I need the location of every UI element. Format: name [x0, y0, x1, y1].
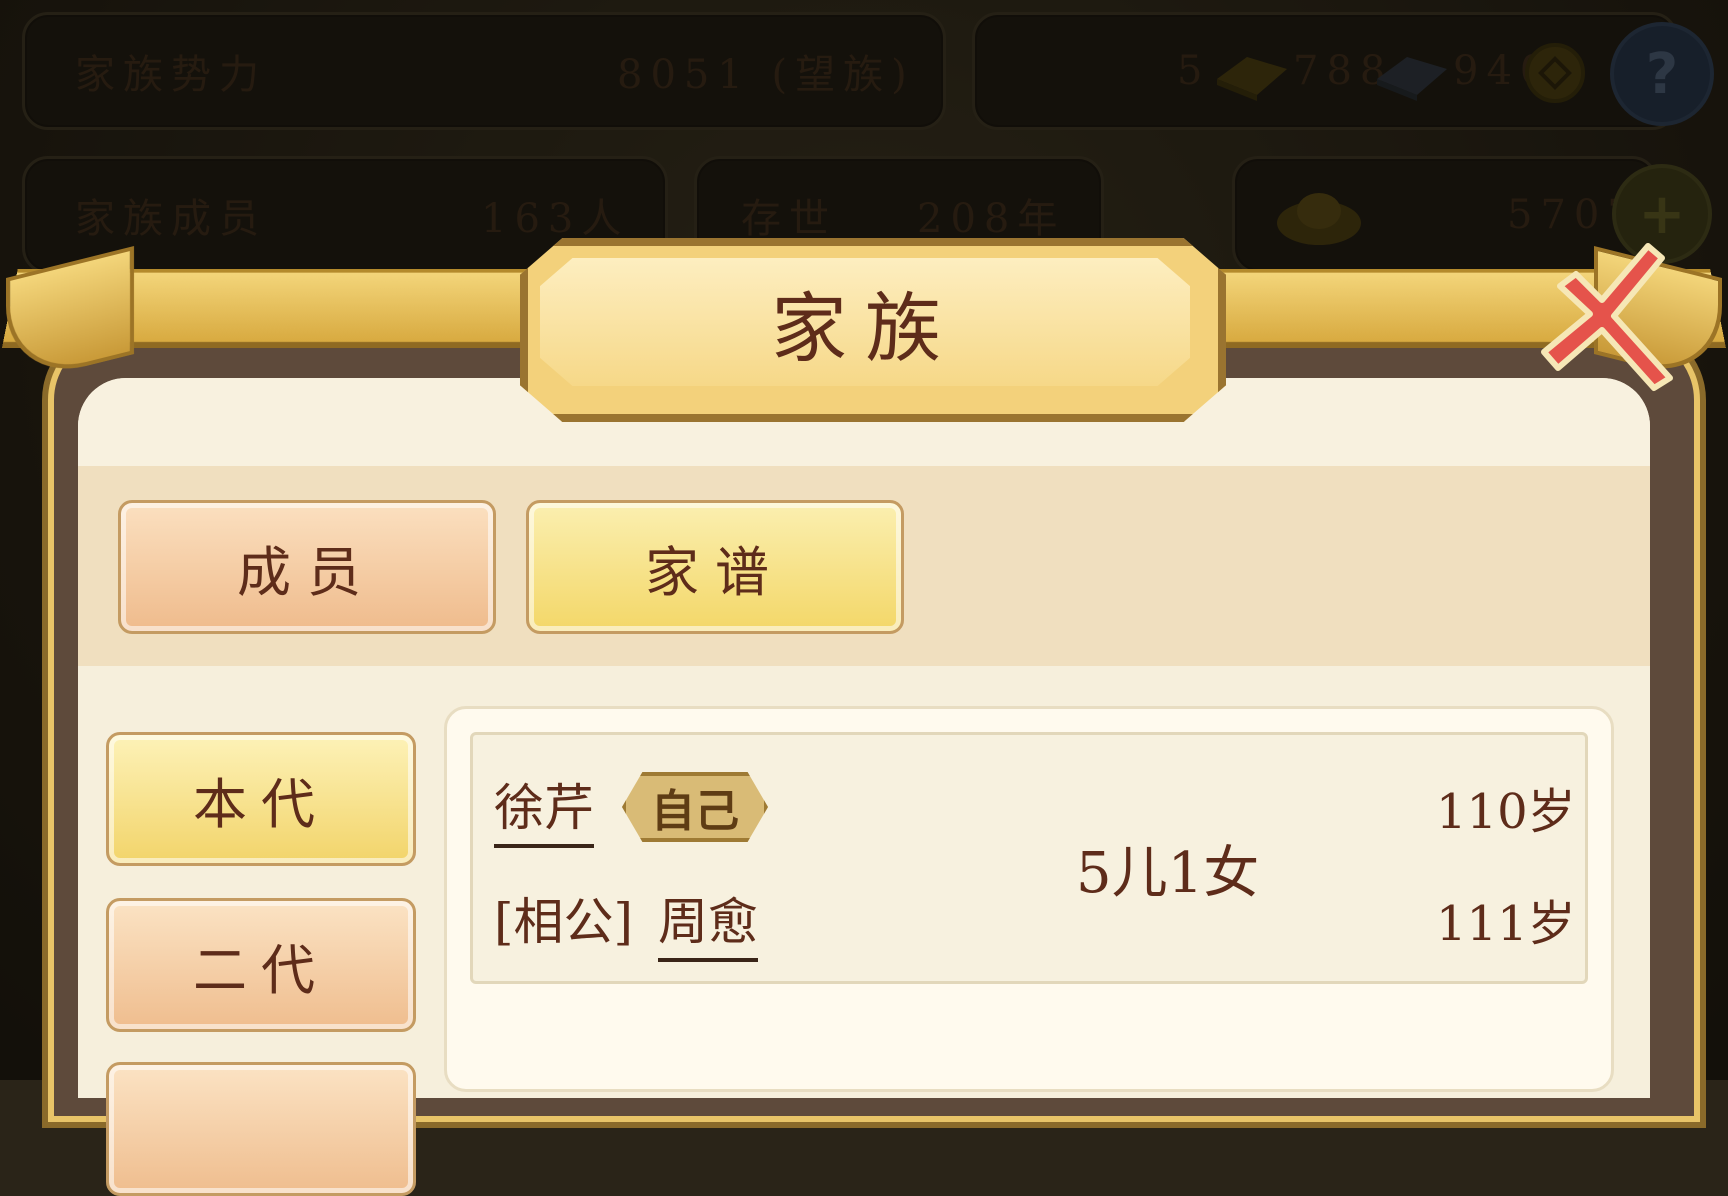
tab-members[interactable]: 成员	[118, 500, 496, 634]
self-badge: 自己	[622, 772, 768, 842]
close-icon	[1541, 243, 1673, 391]
title-plaque-inner: 家族	[540, 258, 1190, 386]
tab-family-tree[interactable]: 家谱	[526, 500, 904, 634]
spouse-name[interactable]: 周愈	[658, 882, 758, 962]
self-age: 110岁	[1436, 784, 1576, 840]
generation-third-button[interactable]	[106, 1062, 416, 1196]
self-name[interactable]: 徐芹	[494, 768, 594, 848]
generation-current-button[interactable]: 本代	[106, 732, 416, 866]
family-entry-card[interactable]	[470, 732, 1588, 984]
modal-title: 家族	[771, 284, 959, 373]
spouse-age: 111岁	[1436, 896, 1576, 952]
children-count: 5儿1女	[1076, 841, 1260, 906]
spouse-prefix: [相公]	[494, 893, 634, 951]
generation-second-button[interactable]: 二代	[106, 898, 416, 1032]
close-button[interactable]	[1530, 238, 1680, 398]
